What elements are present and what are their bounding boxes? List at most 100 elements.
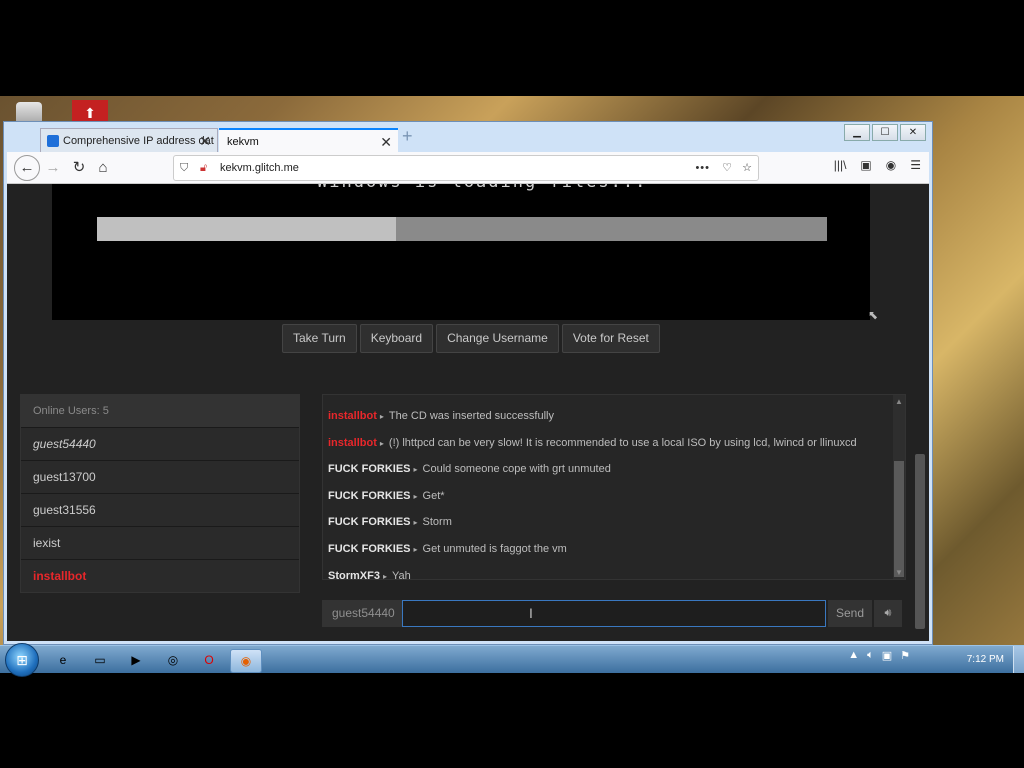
user-list-item[interactable]: guest13700 [21,460,299,493]
minimize-button[interactable]: ▁ [844,124,870,141]
chat-username-display: guest54440 [322,600,402,627]
arrow-icon: ▸ [413,465,418,474]
chat-message-input[interactable]: I [402,600,826,627]
chrome-icon[interactable]: ◎ [158,649,188,671]
chat-message: installbot ▸ The CD was inserted successfu… [328,410,554,422]
opera-icon[interactable]: O [194,649,224,671]
taskbar: ⊞ e ▭ ▶ ◎ O ◉ ▲ 🔈︎ ▣ ⚑ 7:12 PM [0,643,1024,677]
change-username-button[interactable]: Change Username [436,324,559,353]
arrow-icon: ▸ [413,492,418,501]
url-text[interactable]: kekvm.glitch.me [220,156,299,180]
insecure-lock-icon[interactable]: 🔓︎ [200,156,207,180]
close-window-button[interactable]: ✕ [900,124,926,141]
user-list-item[interactable]: guest54440 [21,427,299,460]
arrow-icon: ▸ [379,439,384,448]
tab-ip-address[interactable]: Comprehensive IP address dat ✕ [40,128,218,152]
scroll-down-icon[interactable]: ▼ [895,568,903,577]
ie-icon[interactable]: e [48,649,78,671]
chat-text: Get unmuted is faggot the vm [422,543,567,555]
system-tray: ▲ 🔈︎ ▣ ⚑ [848,649,934,662]
online-users-header: Online Users: 5 [21,395,299,427]
chat-message: StormXF3 ▸ Yah [328,570,411,580]
explorer-icon[interactable]: ▭ [85,649,115,671]
chat-text: (!) lhttpcd can be very slow! It is reco… [388,437,857,449]
tab-kekvm[interactable]: kekvm ✕ [219,128,398,152]
chat-username: StormXF3 [328,570,380,580]
chat-message: FUCK FORKIES ▸ Get unmuted is faggot the v… [328,543,567,555]
tracking-shield-icon[interactable]: ⛉ [180,156,188,180]
user-list-item[interactable]: iexist [21,526,299,559]
pocket-icon[interactable]: ♡ [722,156,732,180]
page-actions-icon[interactable]: ••• [695,156,710,180]
online-users-panel: Online Users: 5 guest54440 guest13700 gu… [20,394,300,593]
send-button[interactable]: Send [828,600,872,627]
show-hidden-icons-icon[interactable]: ▲ [848,649,859,662]
vm-progress-fill [97,217,397,241]
maximize-button[interactable]: ☐ [872,124,898,141]
shield-favicon-icon [47,135,59,147]
sidebar-icon[interactable]: ▣ [860,158,871,172]
back-arrow-icon[interactable]: ← [14,155,40,181]
arrow-icon: ▸ [382,572,387,580]
chat-input-row: guest54440 I Send 🔊︎ [322,600,904,627]
arrow-icon: ▸ [379,412,384,421]
tab-close-icon[interactable]: ✕ [199,129,211,152]
chat-username: FUCK FORKIES [328,490,411,502]
volume-icon[interactable]: 🔈︎ [867,649,874,662]
chat-message: FUCK FORKIES ▸ Storm [328,516,452,528]
vm-progress-bar [97,217,827,241]
take-turn-button[interactable]: Take Turn [282,324,357,353]
chat-username: FUCK FORKIES [328,516,411,528]
firefox-icon[interactable]: ◉ [230,649,262,673]
scroll-up-icon[interactable]: ▲ [895,397,903,406]
chat-username: FUCK FORKIES [328,543,411,555]
chat-log[interactable]: installbot ▸ The CD was inserted successfu… [322,394,906,580]
chat-text: Yah [391,570,411,580]
mouse-cursor-icon: ⬉ [868,308,879,322]
vm-screen[interactable]: Windows is loading files... [52,184,870,320]
chat-text: The CD was inserted successfully [388,410,554,422]
bookmark-star-icon[interactable]: ☆ [742,156,752,180]
chat-text: Get* [422,490,445,502]
clock[interactable]: 7:12 PM [967,654,1004,665]
navigation-toolbar: ← → ↻ ⌂ ⛉ 🔓︎ kekvm.glitch.me ••• ♡ ☆ |||… [7,152,929,184]
tab-close-icon[interactable]: ✕ [380,130,392,152]
flag-icon[interactable]: ⚑ [900,649,910,662]
show-desktop-button[interactable] [1013,646,1024,673]
chat-scrollbar[interactable]: ▲ ▼ [893,395,905,579]
chat-username: installbot [328,410,377,422]
chat-message: FUCK FORKIES ▸ Get* [328,490,445,502]
library-icon[interactable]: |||\ [834,158,847,172]
chat-text: Storm [422,516,452,528]
tab-label: kekvm [227,136,259,148]
vm-loading-text: Windows is loading files... [317,184,647,192]
start-button[interactable]: ⊞ [5,643,39,677]
speaker-icon[interactable]: 🔊︎ [874,600,902,627]
page-content: Windows is loading files... ⬉ Take Turn … [7,184,929,641]
chat-message: FUCK FORKIES ▸ Could someone cope with grt… [328,463,611,475]
keyboard-button[interactable]: Keyboard [359,324,434,353]
chat-scroll-thumb[interactable] [894,461,904,577]
arrow-icon: ▸ [413,518,418,527]
vote-reset-button[interactable]: Vote for Reset [561,324,660,353]
home-icon[interactable]: ⌂ [93,158,113,178]
network-icon[interactable]: ▣ [882,649,892,662]
browser-window: Comprehensive IP address dat ✕ kekvm ✕ +… [3,121,933,645]
text-cursor-icon: I [529,605,533,621]
media-player-icon[interactable]: ▶ [121,649,151,671]
chat-message: installbot ▸ (!) lhttpcd can be very slow!… [328,437,857,449]
menu-icon[interactable]: ☰ [910,158,921,172]
user-list-item[interactable]: guest31556 [21,493,299,526]
chat-username: FUCK FORKIES [328,463,411,475]
page-scrollbar[interactable] [915,454,925,629]
vm-controls: Take Turn Keyboard Change Username Vote … [282,324,660,353]
url-bar[interactable]: ⛉ 🔓︎ kekvm.glitch.me ••• ♡ ☆ [173,155,759,181]
forward-arrow-icon[interactable]: → [43,158,63,178]
reload-icon[interactable]: ↻ [69,158,89,178]
user-list-item[interactable]: installbot [21,559,299,592]
new-tab-button[interactable]: + [402,126,413,147]
tab-label: Comprehensive IP address dat [63,135,214,147]
account-icon[interactable]: ◉ [886,158,896,172]
chat-username: installbot [328,437,377,449]
browser-titlebar: Comprehensive IP address dat ✕ kekvm ✕ +… [4,122,932,152]
